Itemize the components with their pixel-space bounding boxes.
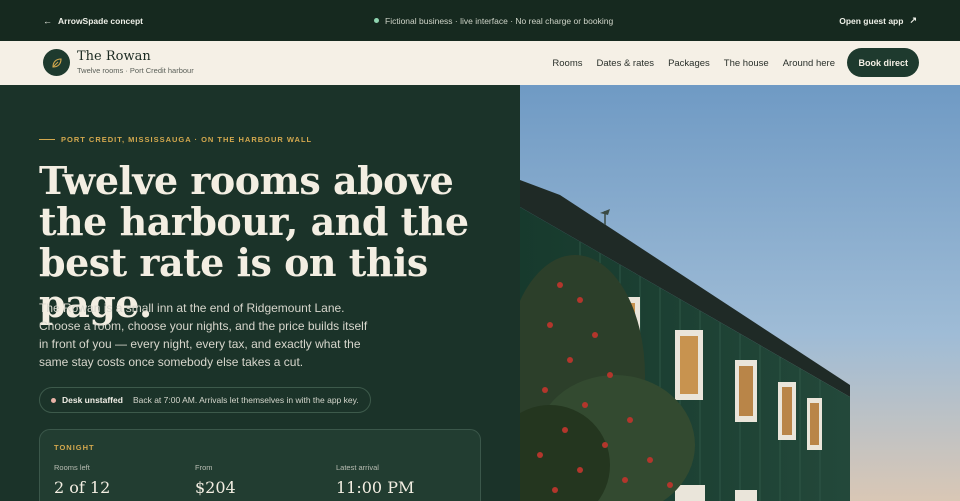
desk-status-label: Desk unstaffed [62,395,123,405]
book-direct-button[interactable]: Book direct [847,48,919,77]
nav-link-packages[interactable]: Packages [668,58,710,69]
arrow-up-right-icon: ↗ [909,15,917,25]
demo-notice-text: Fictional business · live interface · No… [385,15,614,26]
nav-link-rooms[interactable]: Rooms [552,58,582,69]
top-notice-bar: ← ArrowSpade concept Fictional business … [0,0,960,41]
hero-photo [520,85,960,501]
tonight-tag: TONIGHT [54,443,95,452]
brand-name[interactable]: The Rowan [77,49,151,64]
stat-from-price: From $204 [195,463,236,497]
brand-tagline: Twelve rooms · Port Credit harbour [77,66,194,75]
tonight-card: TONIGHT Rooms left 2 of 12 From $204 Lat… [39,429,481,501]
back-link-label: ArrowSpade concept [58,15,144,26]
status-dot-icon [51,397,56,403]
nav-link-dates-rates[interactable]: Dates & rates [597,58,655,69]
open-guest-app-link[interactable]: Open guest app ↗ [839,0,917,41]
nav-link-the-house[interactable]: The house [724,58,769,69]
eyebrow-text: PORT CREDIT, MISSISSAUGA · ON THE HARBOU… [61,135,313,144]
stat-value: 2 of 12 [54,478,111,497]
stat-latest-arrival: Latest arrival 11:00 PM [336,463,414,497]
stat-label: From [195,463,213,472]
stat-rooms-left: Rooms left 2 of 12 [54,463,110,497]
status-dot-icon [374,18,379,23]
eyebrow-rule [39,139,55,140]
open-guest-app-label: Open guest app [839,15,904,26]
demo-notice: Fictional business · live interface · No… [374,0,613,41]
logo[interactable] [43,49,70,76]
hero-eyebrow: PORT CREDIT, MISSISSAUGA · ON THE HARBOU… [39,135,312,144]
inn-building-image [520,85,960,501]
stat-label: Latest arrival [336,463,379,472]
main-nav: The Rowan Twelve rooms · Port Credit har… [0,41,960,85]
desk-status-badge: Desk unstaffed Back at 7:00 AM. Arrivals… [39,387,371,413]
back-link[interactable]: ← ArrowSpade concept [43,0,143,41]
hero-intro: The Rowan is a small inn at the end of R… [39,301,368,369]
arrow-left-icon: ← [43,15,52,26]
stat-value: 11:00 PM [336,478,415,497]
nav-links: Rooms Dates & rates Packages The house A… [552,41,835,85]
leaf-icon [51,57,62,68]
stat-value: $204 [195,478,236,497]
nav-link-around-here[interactable]: Around here [783,58,835,69]
stat-label: Rooms left [54,463,90,472]
desk-status-text: Back at 7:00 AM. Arrivals let themselves… [132,395,359,405]
